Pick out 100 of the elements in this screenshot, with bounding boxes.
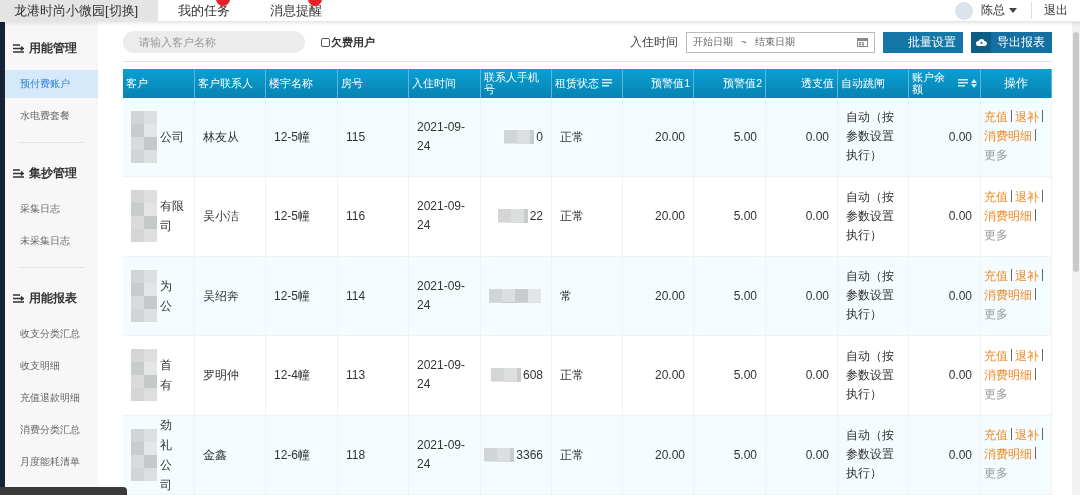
sidebar-group-title[interactable]: 用能管理 — [5, 36, 98, 60]
more-link[interactable]: 更多 — [984, 464, 1008, 484]
sidebar-item[interactable]: 收支明细 — [5, 352, 98, 380]
action-link[interactable]: 充值 — [984, 267, 1008, 287]
menu-icon — [13, 168, 24, 178]
table-cell: 0.00 — [909, 336, 981, 416]
start-date-placeholder: 开始日期 — [693, 35, 733, 50]
more-link[interactable]: 更多 — [984, 225, 1008, 245]
table-cell: 2021-09-24 — [409, 97, 481, 177]
more-link[interactable]: 更多 — [984, 305, 1008, 325]
table-cell: 0.00 — [909, 97, 981, 177]
table-cell: 12-6幢 — [266, 415, 338, 495]
group-label: 用能管理 — [29, 39, 77, 57]
sort-arrows-icon[interactable] — [971, 78, 977, 88]
sidebar-item[interactable]: 消费分类汇总 — [5, 416, 98, 444]
table-cell: 5.00 — [694, 177, 766, 257]
sidebar-item[interactable]: 月度能耗清单 — [5, 448, 98, 476]
action-link[interactable]: 消费明细 — [984, 286, 1032, 306]
table-cell: 常 — [552, 256, 623, 336]
column-header: 联系人手机号 — [481, 68, 552, 98]
action-link[interactable]: 充值 — [984, 108, 1008, 128]
sidebar-item[interactable]: 采集日志 — [5, 195, 98, 223]
table-cell: 12-5幢 — [266, 177, 338, 257]
table-cell: 林友从 — [195, 97, 266, 177]
scrollbar[interactable] — [1072, 22, 1080, 495]
table-cell: 自动（按参数设置执行） — [838, 336, 909, 416]
column-header[interactable]: 租赁状态 — [552, 68, 623, 98]
table-cell: 20.00 — [623, 415, 694, 495]
table-cell: 2021-09-24 — [409, 177, 481, 257]
batch-settings-button[interactable]: 批量设置 — [883, 31, 963, 53]
action-link[interactable]: 充值 — [984, 346, 1008, 366]
mosaic-blur — [131, 269, 157, 322]
menu-icon — [13, 43, 24, 53]
table-cell: 0.00 — [766, 336, 838, 416]
table-cell: 自动（按参数设置执行） — [838, 256, 909, 336]
action-link[interactable]: 消费明细 — [984, 206, 1032, 226]
action-link[interactable]: 消费明细 — [984, 127, 1032, 147]
sort-icon[interactable] — [958, 79, 969, 87]
table-cell: 0.00 — [766, 177, 838, 257]
sidebar-item[interactable]: 预付费账户 — [5, 70, 98, 98]
export-button[interactable]: 导出报表 — [971, 31, 1052, 53]
column-header: 客户联系人 — [195, 68, 266, 98]
top-tab[interactable]: 我的任务 — [158, 0, 251, 21]
action-link[interactable]: 充值 — [984, 187, 1008, 207]
checkbox[interactable] — [321, 37, 330, 47]
sidebar-item[interactable]: 充值退款明细 — [5, 384, 98, 412]
action-link[interactable]: 退补 — [1015, 187, 1039, 207]
table-cell: 20.00 — [623, 97, 694, 177]
search-field[interactable]: 请输入客户名称 — [123, 31, 305, 54]
mosaic-blur — [490, 368, 521, 383]
table-cell: 公司 — [160, 128, 184, 145]
sort-icon[interactable] — [602, 79, 612, 87]
table-cell-text: 608 — [522, 367, 543, 385]
column-header: 客户 — [123, 68, 195, 98]
column-header: 预警值1 — [623, 68, 694, 98]
table-cell: 有 — [160, 377, 172, 394]
arrears-checkbox[interactable]: 欠费用户 — [321, 34, 375, 50]
mosaic-blur — [131, 190, 157, 243]
table-cell: 司 — [160, 218, 172, 235]
logout-link[interactable]: 退出 — [1032, 2, 1080, 19]
table-cell: 正常 — [552, 97, 623, 177]
more-link[interactable]: 更多 — [984, 384, 1008, 404]
table-cell: 20.00 — [623, 256, 694, 336]
mosaic-blur — [131, 110, 157, 163]
action-link[interactable]: 充值 — [984, 426, 1008, 446]
action-link[interactable]: 退补 — [1015, 267, 1039, 287]
user-menu[interactable]: 陈总 — [981, 2, 1032, 19]
table-cell: 5.00 — [694, 256, 766, 336]
sidebar-group-title[interactable]: 用能报表 — [5, 286, 98, 310]
sidebar-item[interactable]: 收支分类汇总 — [5, 320, 98, 348]
action-link[interactable]: 消费明细 — [984, 445, 1032, 465]
table-cell: 金鑫 — [195, 415, 266, 495]
column-header[interactable]: 账户余额 — [909, 68, 981, 98]
more-link[interactable]: 更多 — [984, 146, 1008, 166]
action-link[interactable]: 退补 — [1015, 108, 1039, 128]
table-cell: 115 — [338, 97, 409, 177]
action-link[interactable]: 退补 — [1015, 346, 1039, 366]
table-cell: 114 — [338, 256, 409, 336]
menu-icon — [13, 293, 24, 303]
top-tab[interactable]: 消息提醒 — [250, 0, 343, 21]
sidebar-item[interactable]: 未采集日志 — [5, 227, 98, 255]
table-cell: 有限 — [160, 198, 184, 215]
cloud-upload-icon — [976, 38, 987, 47]
date-range-field[interactable]: 开始日期 ~ 结束日期 — [686, 31, 875, 53]
sidebar-item[interactable]: 水电费套餐 — [5, 102, 98, 130]
sidebar-group-title[interactable]: 集抄管理 — [5, 161, 98, 185]
action-link[interactable]: 消费明细 — [984, 365, 1032, 385]
table-cell: 自动（按参数设置执行） — [838, 415, 909, 495]
table-cell: 首 — [160, 357, 172, 374]
calendar-icon — [857, 37, 868, 48]
column-header: 自动跳闸 — [838, 68, 909, 98]
table-cell: 12-4幢 — [266, 336, 338, 416]
table-cell: 118 — [338, 415, 409, 495]
table-cell: 5.00 — [694, 336, 766, 416]
top-tab[interactable]: 龙港时尚小微园[切换] — [0, 0, 159, 21]
column-header: 入住时间 — [409, 68, 481, 98]
date-label: 入住时间 — [630, 33, 678, 51]
group-label: 用能报表 — [29, 289, 77, 307]
table-cell: 20.00 — [623, 177, 694, 257]
action-link[interactable]: 退补 — [1015, 426, 1039, 446]
